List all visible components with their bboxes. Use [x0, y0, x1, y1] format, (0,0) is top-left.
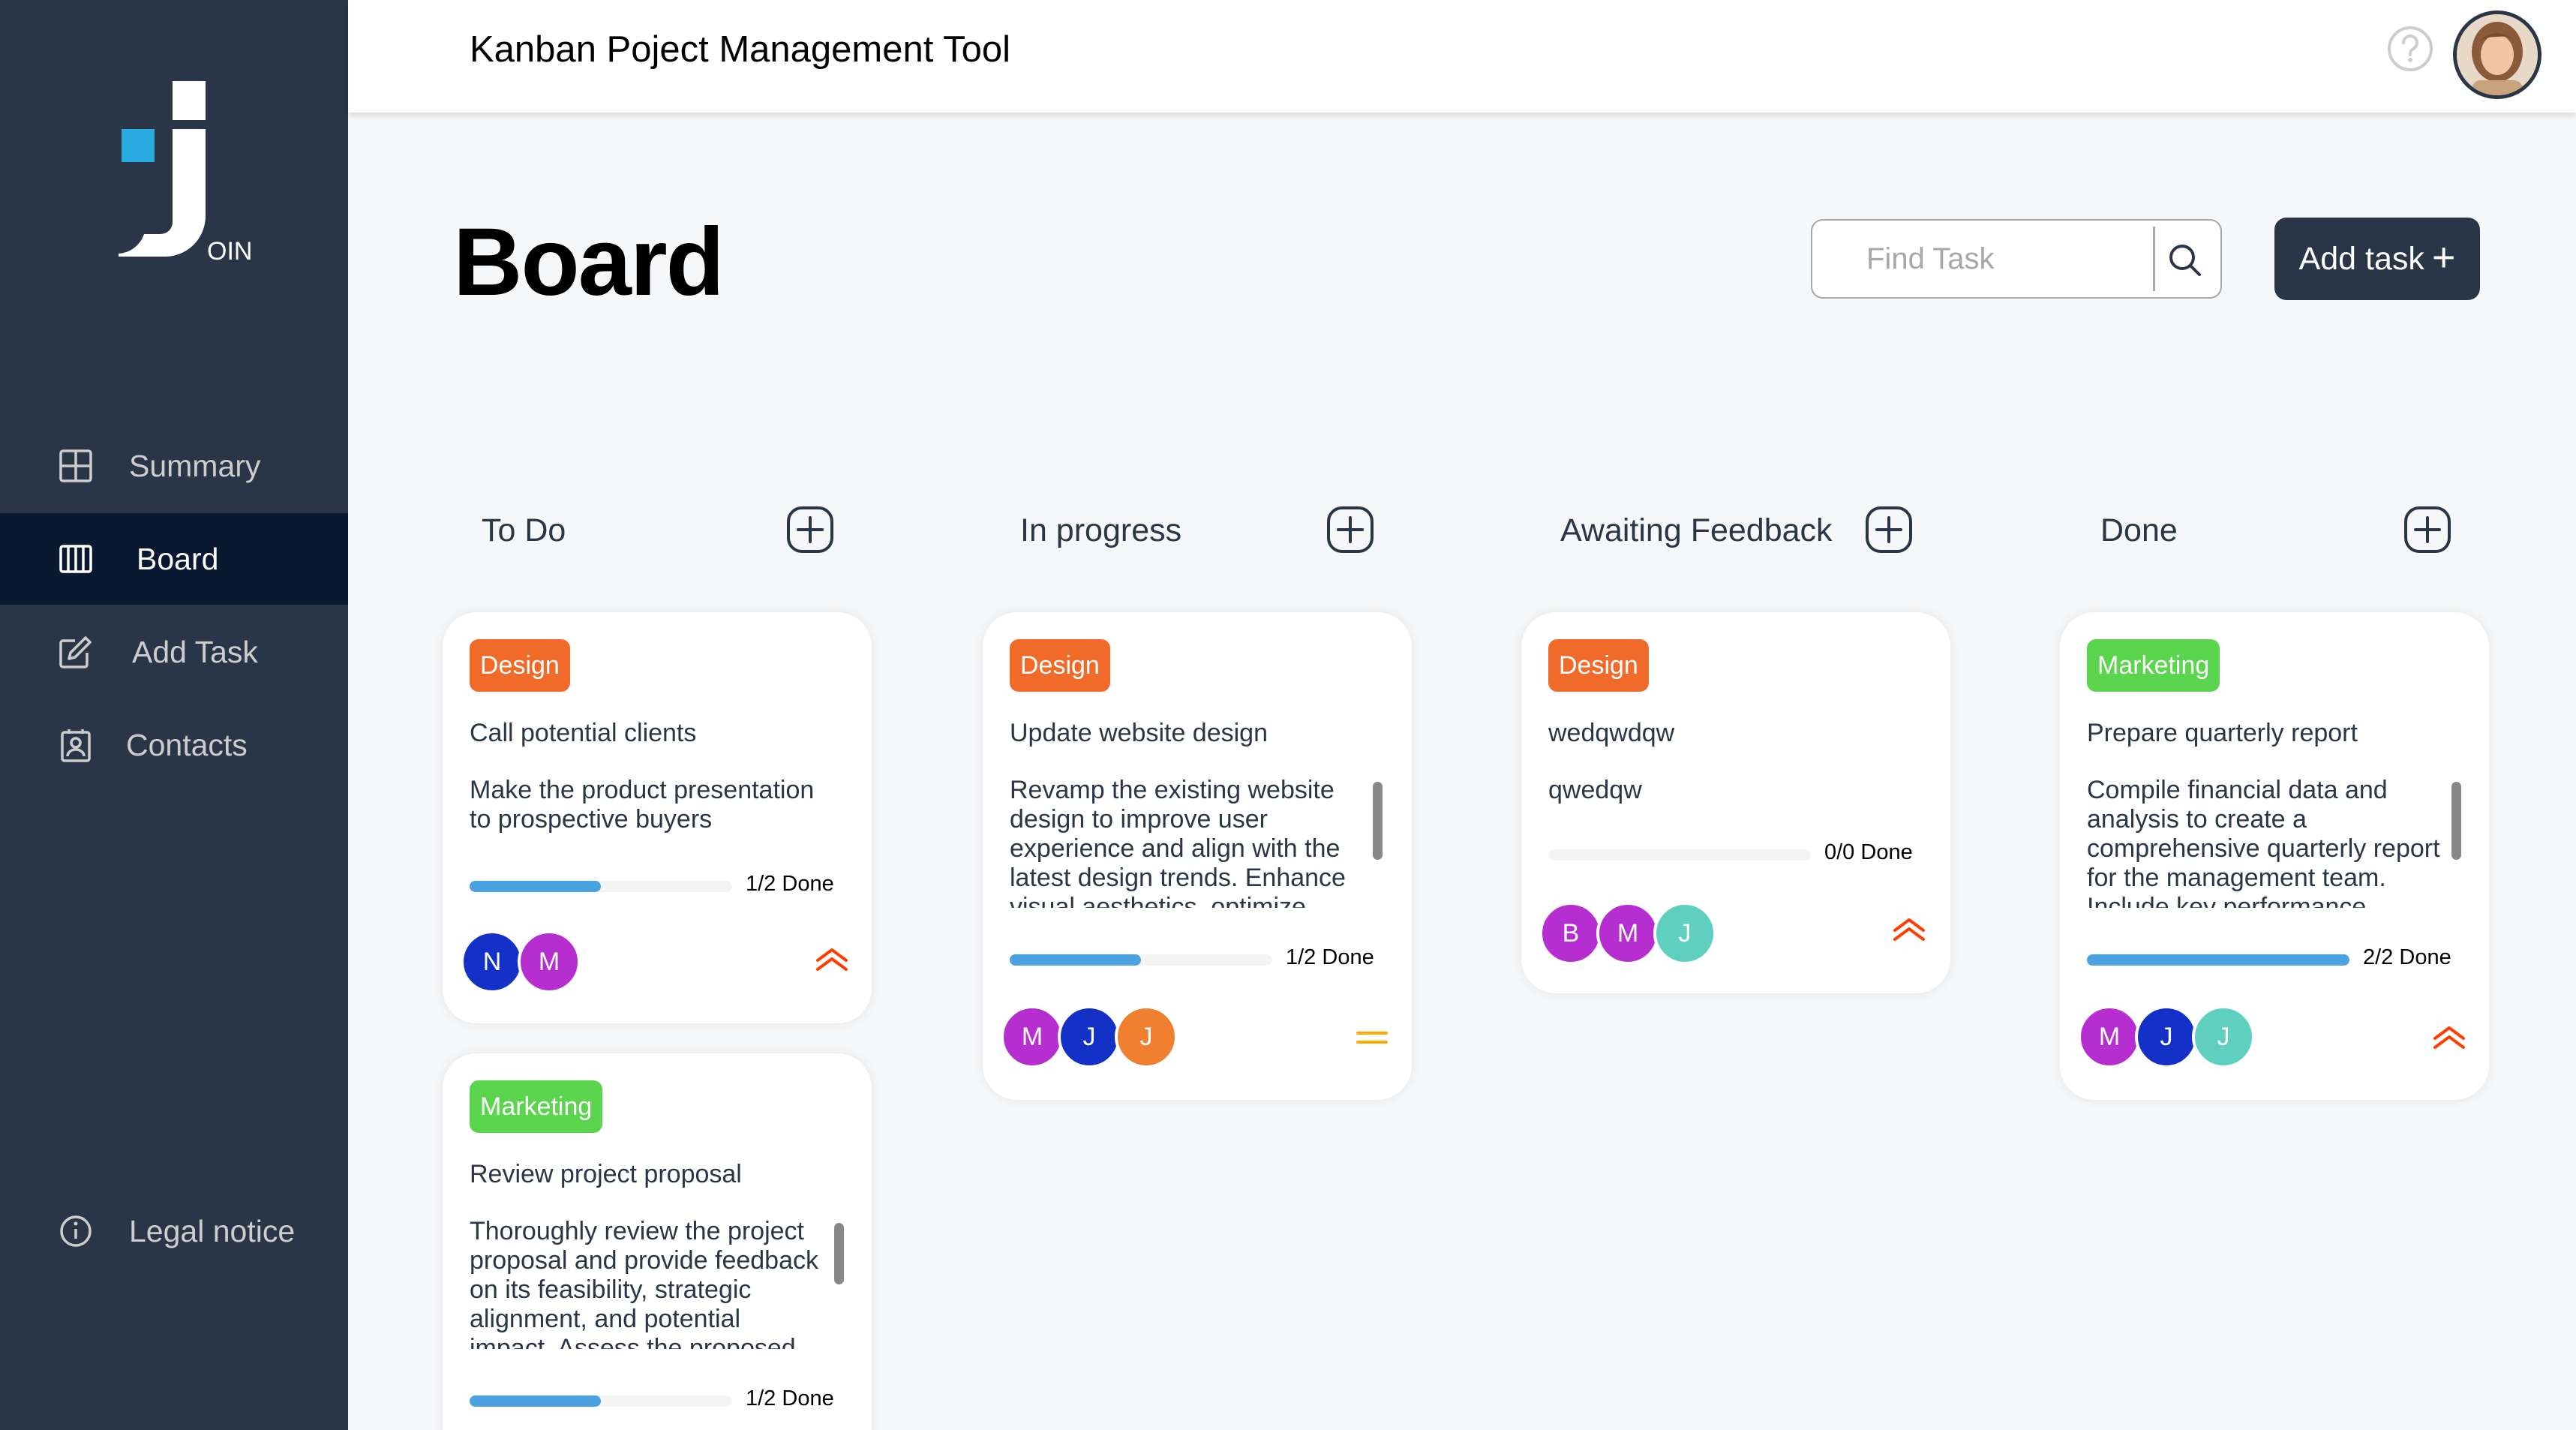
task-card[interactable]: Marketing Prepare quarterly report Compi…	[2060, 612, 2489, 1100]
subtask-progress-bar	[1010, 954, 1272, 966]
sidebar-item-add-task[interactable]: Add Task	[0, 606, 348, 698]
subtask-progress-label: 1/2 Done	[746, 1386, 834, 1410]
app-title: Kanban Poject Management Tool	[470, 29, 1010, 70]
subtask-progress-label: 0/0 Done	[1824, 840, 1913, 864]
assignee-avatar: J	[2192, 1005, 2255, 1068]
progress-fill	[2087, 954, 2349, 966]
task-description: Make the product presentation to prospec…	[470, 776, 815, 834]
info-icon	[59, 1214, 93, 1248]
progress-fill	[470, 1395, 601, 1407]
assignee-avatar: M	[518, 930, 581, 993]
add-awaiting-feedback-icon[interactable]	[1865, 506, 1913, 554]
task-card[interactable]: Marketing Review project proposal Thorou…	[443, 1053, 872, 1430]
column-title: Done	[2100, 512, 2178, 548]
task-description: Revamp the existing website design to im…	[1010, 776, 1346, 908]
sidebar-item-board[interactable]: Board	[0, 513, 348, 605]
sidebar-item-label: Board	[137, 541, 219, 576]
sidebar-item-summary[interactable]: Summary	[0, 420, 348, 512]
task-description: Compile financial data and analysis to c…	[2087, 776, 2440, 908]
assignee-avatar: M	[1001, 1005, 1064, 1068]
priority-urgent-icon	[1892, 917, 1926, 942]
category-badge: Design	[1548, 639, 1649, 692]
plus-icon: +	[2431, 235, 2456, 280]
assignee-avatar: J	[1058, 1005, 1121, 1068]
column-title: In progress	[1020, 512, 1182, 548]
search-input[interactable]	[1814, 222, 2151, 296]
sidebar-item-legal-notice[interactable]: Legal notice	[0, 1185, 348, 1277]
task-card[interactable]: Design wedqwdqw qwedqw 0/0 Done BMJ	[1521, 612, 1950, 993]
search-icon[interactable]	[2166, 242, 2204, 279]
board-icon	[59, 542, 93, 576]
column-header-to-do: To Do	[482, 504, 566, 557]
assignee-avatar: J	[1653, 902, 1716, 965]
category-badge: Design	[470, 639, 570, 692]
add-task-icon	[59, 635, 93, 669]
assignee-avatar: N	[461, 930, 524, 993]
assignee-avatar: J	[1115, 1005, 1178, 1068]
task-title: wedqwdqw	[1548, 719, 1675, 747]
add-in-progress-icon[interactable]	[1326, 506, 1374, 554]
description-scrollbar[interactable]	[834, 1223, 844, 1284]
page-title: Board	[453, 209, 725, 316]
help-icon[interactable]	[2385, 24, 2435, 74]
category-badge: Marketing	[470, 1080, 603, 1133]
add-task-label: Add task	[2298, 240, 2424, 277]
subtask-progress-bar	[470, 1395, 732, 1407]
task-card[interactable]: Design Update website design Revamp the …	[983, 612, 1412, 1100]
sidebar-item-label: Summary	[129, 448, 261, 483]
sidebar: OIN Summary Board Add Task Contacts Lega…	[0, 0, 348, 1430]
assignee-avatar: M	[2078, 1005, 2141, 1068]
task-title: Review project proposal	[470, 1160, 742, 1188]
task-description: Thoroughly review the project proposal a…	[470, 1217, 818, 1349]
search-divider	[2153, 227, 2155, 291]
priority-urgent-icon	[815, 947, 849, 972]
column-title: To Do	[482, 512, 566, 548]
add-done-icon[interactable]	[2403, 506, 2451, 554]
column-header-awaiting-feedback: Awaiting Feedback	[1560, 504, 1833, 557]
progress-fill	[1010, 954, 1141, 966]
column-title: Awaiting Feedback	[1560, 512, 1833, 548]
add-task-button[interactable]: Add task +	[2274, 218, 2480, 300]
priority-urgent-icon	[2432, 1025, 2466, 1050]
sidebar-item-label: Contacts	[126, 727, 248, 762]
user-avatar[interactable]	[2453, 11, 2541, 99]
logo-text: OIN	[207, 237, 253, 266]
column-header-in-progress: In progress	[1020, 504, 1181, 557]
subtask-progress-label: 1/2 Done	[746, 872, 834, 896]
task-card[interactable]: Design Call potential clients Make the p…	[443, 612, 872, 1023]
sidebar-item-label: Add Task	[132, 634, 258, 669]
column-header-done: Done	[2100, 504, 2178, 557]
subtask-progress-label: 1/2 Done	[1286, 945, 1374, 969]
search-box	[1811, 219, 2222, 299]
task-title: Prepare quarterly report	[2087, 719, 2358, 747]
description-scrollbar[interactable]	[2451, 782, 2461, 860]
subtask-progress-bar	[470, 881, 732, 892]
category-badge: Marketing	[2087, 639, 2220, 692]
contacts-icon	[59, 728, 93, 762]
category-badge: Design	[1010, 639, 1110, 692]
sidebar-item-label: Legal notice	[129, 1213, 296, 1248]
subtask-progress-label: 2/2 Done	[2363, 945, 2451, 969]
priority-medium-icon	[1355, 1025, 1389, 1050]
task-description: qwedqw	[1548, 776, 1642, 804]
assignee-avatar: J	[2135, 1005, 2198, 1068]
add-to-do-icon[interactable]	[786, 506, 834, 554]
top-header: Kanban Poject Management Tool	[348, 0, 2576, 113]
subtask-progress-bar	[1548, 849, 1811, 861]
join-logo[interactable]: OIN	[96, 81, 252, 276]
summary-icon	[59, 449, 93, 483]
progress-fill	[470, 881, 601, 892]
description-scrollbar[interactable]	[1373, 782, 1383, 860]
assignee-avatar: M	[1596, 902, 1659, 965]
task-title: Call potential clients	[470, 719, 697, 747]
task-title: Update website design	[1010, 719, 1268, 747]
assignee-avatar: B	[1539, 902, 1602, 965]
sidebar-item-contacts[interactable]: Contacts	[0, 699, 348, 791]
subtask-progress-bar	[2087, 954, 2349, 966]
